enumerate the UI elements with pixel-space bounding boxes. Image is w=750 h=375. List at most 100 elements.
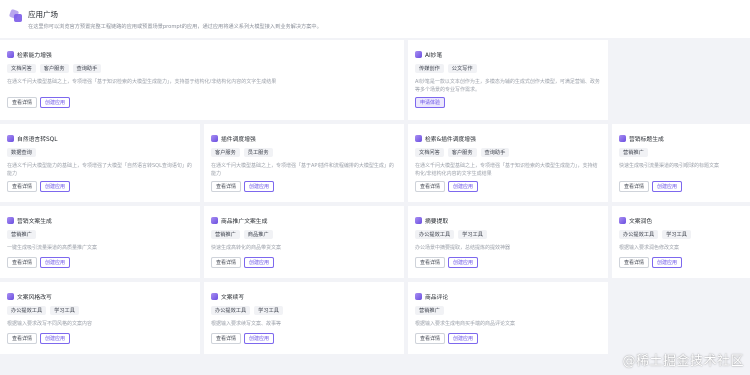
app-card: 检索&插件调度增强 文档问答 客户服务 查询助手 在通义千问大模型基础之上，专项… (408, 124, 608, 202)
app-card-description: 根据输入要求润色修改文案 (619, 245, 680, 251)
app-card-title: 检索&插件调度增强 (425, 136, 476, 143)
app-tag: 商品推广 (243, 230, 273, 239)
app-card-title: AI妙笔 (425, 52, 443, 59)
view-details-button[interactable]: 查看详情 (415, 181, 446, 192)
view-details-button[interactable]: 查看详情 (7, 333, 38, 344)
app-tag: 客户服务 (447, 148, 477, 157)
app-card-title: 商品推广文案生成 (221, 218, 268, 225)
app-card: 摘要提取 办公提效工具 学习工具 办公场景中摘要提取，总结提炼的提效神器 查看详… (408, 206, 608, 278)
create-app-button[interactable]: 创建应用 (40, 97, 71, 108)
app-card-description: 在通义千问大模型基础之上，专项增强「基于API插件和流程编排的大模型生成」的能力 (211, 163, 394, 177)
app-tag: 学习工具 (50, 306, 79, 315)
app-icon (415, 134, 422, 142)
app-card-description: AI妙笔是一款以文本创作为主，多模态为辅的生成式创作大模型，可满足营销、政务等多… (415, 79, 600, 93)
app-tag: 数据查询 (7, 148, 36, 157)
app-tag: 营销推广 (7, 230, 36, 239)
app-tag: 文档问答 (415, 148, 444, 157)
view-details-button[interactable]: 查看详情 (211, 333, 242, 344)
create-app-button[interactable]: 创建应用 (40, 181, 71, 192)
app-tag: 营销推广 (211, 230, 240, 239)
app-card-description: 快速生成吸引流量渠道的吸引眼球的标题文案 (619, 163, 720, 169)
view-details-button[interactable]: 查看详情 (7, 257, 38, 268)
app-card: AI妙笔 传媒创作 公文写作 AI妙笔是一款以文本创作为主，多模态为辅的生成式创… (408, 40, 608, 120)
app-icon (7, 216, 14, 224)
view-details-button[interactable]: 查看详情 (211, 181, 242, 192)
app-card-title: 商品评论 (425, 294, 449, 301)
app-tag: 办公提效工具 (415, 230, 455, 239)
app-icon (415, 50, 422, 58)
app-card-title: 摘要提取 (425, 218, 449, 225)
app-card-description: 在通义千问大模型能力的基础上，专项增强了大模型「自然语言转SQL查询语句」的能力 (7, 163, 192, 177)
app-icon (211, 292, 218, 300)
app-tag: 公文写作 (447, 64, 477, 73)
create-app-button[interactable]: 创建应用 (652, 181, 683, 192)
app-card: 文案风格改写 办公提效工具 学习工具 根据输入要求改写不同风格的文案内容 查看详… (0, 282, 200, 354)
app-tag: 查询助手 (480, 148, 510, 157)
view-details-button[interactable]: 查看详情 (211, 257, 242, 268)
app-icon (7, 292, 14, 300)
app-icon (7, 50, 14, 58)
create-app-button[interactable]: 创建应用 (448, 181, 479, 192)
app-tag: 学习工具 (254, 306, 283, 315)
view-details-button[interactable]: 查看详情 (619, 181, 650, 192)
app-card-description: 办公场景中摘要提取，总结提炼的提效神器 (415, 245, 511, 251)
create-app-button[interactable]: 创建应用 (448, 333, 479, 344)
view-details-button[interactable]: 查看详情 (415, 333, 446, 344)
view-details-button[interactable]: 查看详情 (619, 257, 650, 268)
app-card-title: 插件调度增强 (221, 136, 256, 143)
app-icon (211, 216, 218, 224)
watermark: @稀土掘金技术社区 (622, 354, 744, 369)
app-card: 文案续写 办公提效工具 学习工具 根据输入要求续写文案、故事等 查看详情 创建应… (204, 282, 404, 354)
app-card-title: 文案续写 (221, 294, 245, 301)
create-app-button[interactable]: 创建应用 (244, 181, 275, 192)
app-tag: 办公提效工具 (7, 306, 47, 315)
app-tag: 学习工具 (458, 230, 487, 239)
app-tag: 办公提效工具 (619, 230, 659, 239)
view-details-button[interactable]: 查看详情 (7, 97, 38, 108)
app-card: 自然语言转SQL 数据查询 在通义千问大模型能力的基础上，专项增强了大模型「自然… (0, 124, 200, 202)
app-card-title: 营销文案生成 (17, 218, 52, 225)
app-tag: 传媒创作 (415, 64, 444, 73)
apply-trial-button[interactable]: 申请体验 (415, 97, 446, 108)
app-card-description: 在通义千问大模型基础之上，专项增强「基于知识检索的大模型生成能力」，支持基于结构… (7, 79, 277, 85)
app-card: 插件调度增强 客户服务 员工服务 在通义千问大模型基础之上，专项增强「基于API… (204, 124, 404, 202)
page-header: 应用广场 在这里你可以浏览官方预置完整工程链路的应用或预置场景prompt的应用… (0, 0, 750, 38)
view-details-button[interactable]: 查看详情 (415, 257, 446, 268)
app-icon (619, 134, 626, 142)
create-app-button[interactable]: 创建应用 (40, 333, 71, 344)
app-card-title: 文案润色 (629, 218, 653, 225)
app-card-title: 营销标题生成 (629, 136, 664, 143)
app-tag: 学习工具 (662, 230, 691, 239)
app-tag: 文档问答 (7, 64, 36, 73)
create-app-button[interactable]: 创建应用 (448, 257, 479, 268)
app-tag: 客户服务 (211, 148, 240, 157)
app-card: 检索能力增强 文档问答 客户服务 查询助手 在通义千问大模型基础之上，专项增强「… (0, 40, 404, 120)
app-card-title: 检索能力增强 (17, 52, 52, 59)
app-card-description: 根据输入要求改写不同风格的文案内容 (7, 321, 93, 327)
app-icon (7, 134, 14, 142)
page-title: 应用广场 (28, 10, 58, 19)
app-tag: 客户服务 (39, 64, 69, 73)
app-card: 文案润色 办公提效工具 学习工具 根据输入要求润色修改文案 查看详情 创建应用 (612, 206, 750, 278)
app-tag: 查询助手 (72, 64, 102, 73)
app-card-title: 自然语言转SQL (17, 136, 58, 143)
create-app-button[interactable]: 创建应用 (40, 257, 71, 268)
app-card-description: 一键生成吸引流量渠道的高质量推广文案 (7, 245, 98, 251)
view-details-button[interactable]: 查看详情 (7, 181, 38, 192)
app-icon (415, 216, 422, 224)
create-app-button[interactable]: 创建应用 (652, 257, 683, 268)
page-description: 在这里你可以浏览官方预置完整工程链路的应用或预置场景prompt的应用，通过应用… (28, 24, 322, 30)
app-card-description: 快速生成高转化的商品带货文案 (211, 245, 282, 251)
app-card: 营销标题生成 营销推广 快速生成吸引流量渠道的吸引眼球的标题文案 查看详情 创建… (612, 124, 750, 202)
app-tag: 办公提效工具 (211, 306, 251, 315)
app-tag: 营销推广 (415, 306, 444, 315)
app-card: 营销文案生成 营销推广 一键生成吸引流量渠道的高质量推广文案 查看详情 创建应用 (0, 206, 200, 278)
app-square-logo-icon (8, 8, 22, 22)
create-app-button[interactable]: 创建应用 (244, 333, 275, 344)
app-card-description: 根据输入要求生成电商买手端的商品评论文案 (415, 321, 516, 327)
app-card-grid: 检索能力增强 文档问答 客户服务 查询助手 在通义千问大模型基础之上，专项增强「… (0, 40, 750, 375)
app-tag: 营销推广 (619, 148, 648, 157)
create-app-button[interactable]: 创建应用 (244, 257, 275, 268)
app-card-title: 文案风格改写 (17, 294, 52, 301)
app-card: 商品推广文案生成 营销推广 商品推广 快速生成高转化的商品带货文案 查看详情 创… (204, 206, 404, 278)
